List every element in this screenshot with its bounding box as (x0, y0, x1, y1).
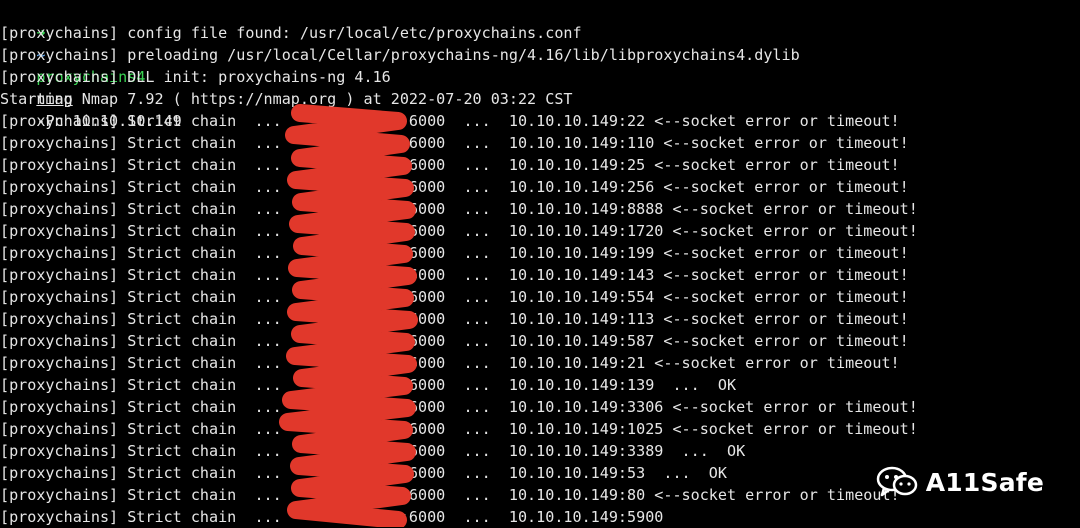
terminal-line: [proxychains] Strict chain ... :6000 ...… (0, 486, 900, 504)
terminal-line: [proxychains] DLL init: proxychains-ng 4… (0, 68, 391, 86)
terminal-line: [proxychains] preloading /usr/local/Cell… (0, 46, 800, 64)
terminal-line: Starting Nmap 7.92 ( https://nmap.org ) … (0, 90, 573, 108)
terminal-line: [proxychains] Strict chain ... :6000 ...… (0, 354, 900, 372)
terminal-line: [proxychains] Strict chain ... :6000 ...… (0, 222, 918, 240)
terminal-line: [proxychains] Strict chain ... :6000 ...… (0, 112, 900, 130)
wechat-icon (876, 466, 917, 497)
terminal-line: [proxychains] Strict chain ... :6000 ...… (0, 178, 909, 196)
terminal-line: [proxychains] Strict chain ... :6000 ...… (0, 464, 727, 482)
terminal-line: [proxychains] config file found: /usr/lo… (0, 24, 582, 42)
watermark: A11Safe (876, 462, 1044, 502)
watermark-text: A11Safe (925, 467, 1044, 497)
terminal-line: [proxychains] Strict chain ... :6000 ...… (0, 398, 918, 416)
terminal-line: [proxychains] Strict chain ... :6000 ...… (0, 508, 664, 526)
terminal-line: [proxychains] Strict chain ... :6000 ...… (0, 310, 909, 328)
terminal-line: [proxychains] Strict chain ... :6000 ...… (0, 288, 909, 306)
terminal-window[interactable]: ➜ ~ proxychains4 nmap -Pn 10.10.10.149 [… (0, 0, 1080, 527)
terminal-line: [proxychains] Strict chain ... :6000 ...… (0, 420, 918, 438)
terminal-line: [proxychains] Strict chain ... :6000 ...… (0, 156, 900, 174)
terminal-line: [proxychains] Strict chain ... :6000 ...… (0, 200, 918, 218)
terminal-line: [proxychains] Strict chain ... :6000 ...… (0, 134, 909, 152)
terminal-line: [proxychains] Strict chain ... :6000 ...… (0, 442, 746, 460)
terminal-line: [proxychains] Strict chain ... :6000 ...… (0, 376, 737, 394)
terminal-line: [proxychains] Strict chain ... :6000 ...… (0, 266, 909, 284)
terminal-line: [proxychains] Strict chain ... :6000 ...… (0, 332, 909, 350)
prompt-line: ➜ ~ proxychains4 nmap -Pn 10.10.10.149 (0, 0, 181, 130)
terminal-line: [proxychains] Strict chain ... :6000 ...… (0, 244, 909, 262)
